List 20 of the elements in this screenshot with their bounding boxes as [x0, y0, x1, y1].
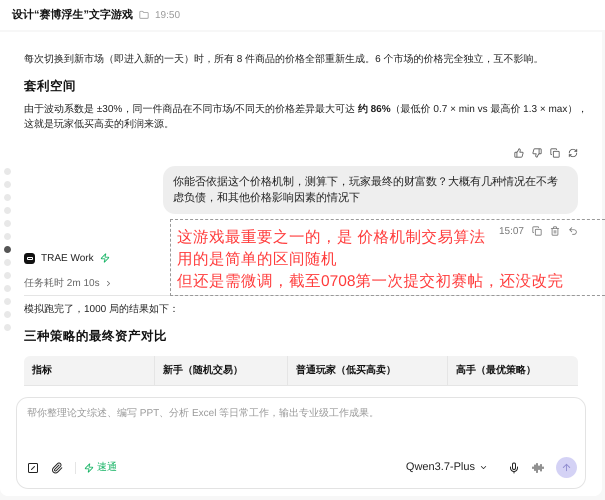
- paragraph: 由于波动系数是 ±30%，同一件商品在不同市场/不同天的价格差异最大可达 约 86%（最低价 0.7 × min vs 最高价 1.3 × max），这就是玩家低买高卖的利润来源。: [24, 102, 588, 132]
- column-header: 新手（随机交易）: [154, 356, 287, 384]
- user-message-bubble: 你能否依据这个价格机制，测算下，玩家最终的财富数？大概有几种情况在不考虑负债，和其他价格影响因素的情况下: [163, 166, 578, 214]
- annotation-text: 用的是简单的区间随机: [177, 250, 337, 270]
- column-header: 指标: [30, 364, 53, 378]
- section-heading: 套利空间: [24, 78, 77, 95]
- message-time: 15:07: [498, 224, 524, 239]
- paragraph: 模拟跑完了，1000 局的结果如下：: [24, 302, 180, 317]
- chat-time: 19:50: [155, 8, 180, 22]
- column-header: 普通玩家（低买高卖）: [287, 356, 447, 384]
- paragraph: 每次切换到新市场（即进入新的一天）时，所有 8 件商品的价格全部重新生成。6 个市场的价格完全独立，互不影响。: [24, 52, 544, 67]
- message-input[interactable]: 帮你整理论文综述、编写 PPT、分析 Excel 等日常工作，输出专业级工作成果。: [27, 406, 575, 421]
- annotation-text: 这游戏最重要之一的，是 价格机制交易算法: [177, 228, 486, 248]
- model-selector[interactable]: Qwen3.7-Plus: [406, 459, 488, 476]
- task-duration-link[interactable]: 任务耗时 2m 10s: [24, 276, 113, 291]
- annotation-text: 但还是需微调，截至0708第一次提交初赛帖，还没改完: [177, 272, 564, 292]
- section-heading: 三种策略的最终资产对比: [24, 328, 168, 345]
- agent-name: TRAE Work: [41, 252, 94, 266]
- column-header: 高手（最优策略）: [447, 356, 578, 384]
- chat-title: 设计“赛博浮生”文字游戏: [12, 8, 133, 23]
